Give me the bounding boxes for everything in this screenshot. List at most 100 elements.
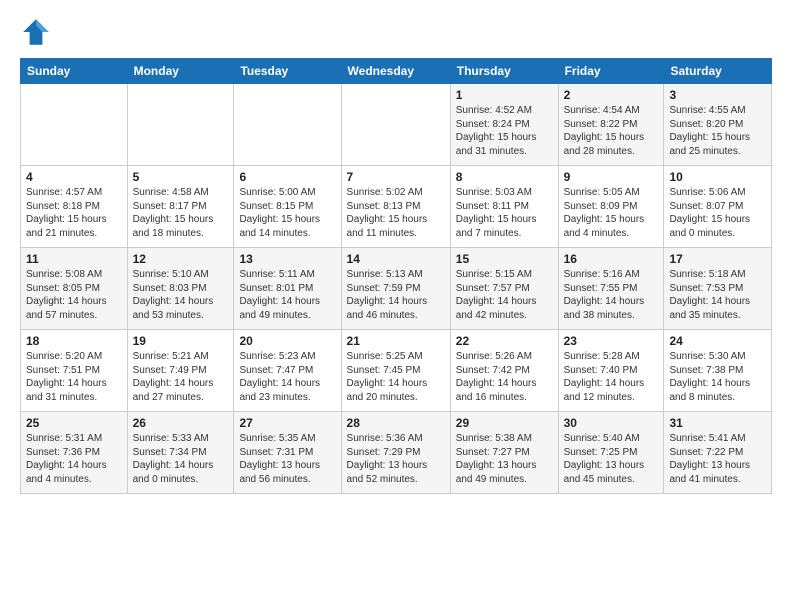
- day-number: 7: [347, 170, 445, 184]
- day-of-week-sunday: Sunday: [21, 59, 128, 84]
- day-info: Sunrise: 5:36 AMSunset: 7:29 PMDaylight:…: [347, 432, 445, 486]
- day-number: 28: [347, 416, 445, 430]
- day-info: Sunrise: 5:21 AMSunset: 7:49 PMDaylight:…: [133, 350, 229, 404]
- day-info: Sunrise: 5:30 AMSunset: 7:38 PMDaylight:…: [669, 350, 766, 404]
- day-number: 15: [456, 252, 553, 266]
- day-info: Sunrise: 5:20 AMSunset: 7:51 PMDaylight:…: [26, 350, 122, 404]
- calendar-cell: 27 Sunrise: 5:35 AMSunset: 7:31 PMDayligh…: [234, 412, 341, 494]
- day-number: 5: [133, 170, 229, 184]
- calendar-cell: 20Sunrise: 5:23 AMSunset: 7:47 PMDayligh…: [234, 330, 341, 412]
- calendar-cell: 15 Sunrise: 5:15 AMSunset: 7:57 PMDayligh…: [450, 248, 558, 330]
- calendar-cell: 4 Sunrise: 4:57 AMSunset: 8:18 PMDaylight…: [21, 166, 128, 248]
- week-row-1: 1Sunrise: 4:52 AMSunset: 8:24 PMDaylight…: [21, 84, 772, 166]
- calendar-cell: 25 Sunrise: 5:31 AMSunset: 7:36 PMDayligh…: [21, 412, 128, 494]
- calendar-cell: 5Sunrise: 4:58 AMSunset: 8:17 PMDaylight…: [127, 166, 234, 248]
- day-info: Sunrise: 5:38 AMSunset: 7:27 PMDaylight:…: [456, 432, 553, 486]
- logo: [20, 16, 56, 48]
- week-row-4: 18 Sunrise: 5:20 AMSunset: 7:51 PMDayligh…: [21, 330, 772, 412]
- header: [20, 16, 772, 48]
- calendar-cell: 21Sunrise: 5:25 AMSunset: 7:45 PMDayligh…: [341, 330, 450, 412]
- day-of-week-saturday: Saturday: [664, 59, 772, 84]
- calendar-cell: 14 Sunrise: 5:13 AMSunset: 7:59 PMDayligh…: [341, 248, 450, 330]
- logo-icon: [20, 16, 52, 48]
- day-of-week-wednesday: Wednesday: [341, 59, 450, 84]
- calendar-cell: 28 Sunrise: 5:36 AMSunset: 7:29 PMDayligh…: [341, 412, 450, 494]
- day-info: Sunrise: 5:40 AMSunset: 7:25 PMDaylight:…: [564, 432, 659, 486]
- day-number: 23: [564, 334, 659, 348]
- day-info: Sunrise: 5:35 AMSunset: 7:31 PMDaylight:…: [239, 432, 335, 486]
- calendar-cell: 13 Sunrise: 5:11 AMSunset: 8:01 PMDayligh…: [234, 248, 341, 330]
- day-info: Sunrise: 5:18 AMSunset: 7:53 PMDaylight:…: [669, 268, 766, 322]
- day-info: Sunrise: 5:16 AMSunset: 7:55 PMDaylight:…: [564, 268, 659, 322]
- day-info: Sunrise: 5:31 AMSunset: 7:36 PMDaylight:…: [26, 432, 122, 486]
- day-number: 25: [26, 416, 122, 430]
- day-of-week-tuesday: Tuesday: [234, 59, 341, 84]
- day-info: Sunrise: 5:11 AMSunset: 8:01 PMDaylight:…: [239, 268, 335, 322]
- day-info: Sunrise: 5:28 AMSunset: 7:40 PMDaylight:…: [564, 350, 659, 404]
- calendar-cell: 29 Sunrise: 5:38 AMSunset: 7:27 PMDayligh…: [450, 412, 558, 494]
- calendar-cell: 22Sunrise: 5:26 AMSunset: 7:42 PMDayligh…: [450, 330, 558, 412]
- calendar-cell: 18 Sunrise: 5:20 AMSunset: 7:51 PMDayligh…: [21, 330, 128, 412]
- day-number: 12: [133, 252, 229, 266]
- day-info: Sunrise: 5:02 AMSunset: 8:13 PMDaylight:…: [347, 186, 445, 240]
- day-info: Sunrise: 5:10 AMSunset: 8:03 PMDaylight:…: [133, 268, 229, 322]
- calendar-cell: 12 Sunrise: 5:10 AMSunset: 8:03 PMDayligh…: [127, 248, 234, 330]
- day-info: Sunrise: 5:08 AMSunset: 8:05 PMDaylight:…: [26, 268, 122, 322]
- day-of-week-friday: Friday: [558, 59, 664, 84]
- calendar-cell: 9Sunrise: 5:05 AMSunset: 8:09 PMDaylight…: [558, 166, 664, 248]
- day-number: 4: [26, 170, 122, 184]
- calendar-cell: 11 Sunrise: 5:08 AMSunset: 8:05 PMDayligh…: [21, 248, 128, 330]
- day-number: 24: [669, 334, 766, 348]
- day-number: 13: [239, 252, 335, 266]
- day-number: 2: [564, 88, 659, 102]
- calendar-cell: 6 Sunrise: 5:00 AMSunset: 8:15 PMDaylight…: [234, 166, 341, 248]
- day-info: Sunrise: 5:13 AMSunset: 7:59 PMDaylight:…: [347, 268, 445, 322]
- calendar-cell: [127, 84, 234, 166]
- calendar-cell: 24 Sunrise: 5:30 AMSunset: 7:38 PMDayligh…: [664, 330, 772, 412]
- calendar-cell: 2 Sunrise: 4:54 AMSunset: 8:22 PMDaylight…: [558, 84, 664, 166]
- calendar-cell: 16 Sunrise: 5:16 AMSunset: 7:55 PMDayligh…: [558, 248, 664, 330]
- calendar-cell: 26Sunrise: 5:33 AMSunset: 7:34 PMDayligh…: [127, 412, 234, 494]
- day-number: 10: [669, 170, 766, 184]
- day-number: 31: [669, 416, 766, 430]
- calendar-cell: [21, 84, 128, 166]
- calendar-table: SundayMondayTuesdayWednesdayThursdayFrid…: [20, 58, 772, 494]
- calendar-cell: 19Sunrise: 5:21 AMSunset: 7:49 PMDayligh…: [127, 330, 234, 412]
- day-info: Sunrise: 5:15 AMSunset: 7:57 PMDaylight:…: [456, 268, 553, 322]
- calendar-cell: 31 Sunrise: 5:41 AMSunset: 7:22 PMDayligh…: [664, 412, 772, 494]
- day-number: 17: [669, 252, 766, 266]
- day-info: Sunrise: 5:25 AMSunset: 7:45 PMDaylight:…: [347, 350, 445, 404]
- day-number: 9: [564, 170, 659, 184]
- calendar-cell: 30Sunrise: 5:40 AMSunset: 7:25 PMDayligh…: [558, 412, 664, 494]
- day-info: Sunrise: 4:57 AMSunset: 8:18 PMDaylight:…: [26, 186, 122, 240]
- calendar-cell: [234, 84, 341, 166]
- calendar-cell: 23 Sunrise: 5:28 AMSunset: 7:40 PMDayligh…: [558, 330, 664, 412]
- calendar-cell: 10 Sunrise: 5:06 AMSunset: 8:07 PMDayligh…: [664, 166, 772, 248]
- day-info: Sunrise: 5:00 AMSunset: 8:15 PMDaylight:…: [239, 186, 335, 240]
- day-of-week-monday: Monday: [127, 59, 234, 84]
- day-number: 16: [564, 252, 659, 266]
- day-number: 11: [26, 252, 122, 266]
- page: SundayMondayTuesdayWednesdayThursdayFrid…: [0, 0, 792, 504]
- header-row: SundayMondayTuesdayWednesdayThursdayFrid…: [21, 59, 772, 84]
- day-info: Sunrise: 5:03 AMSunset: 8:11 PMDaylight:…: [456, 186, 553, 240]
- day-info: Sunrise: 5:23 AMSunset: 7:47 PMDaylight:…: [239, 350, 335, 404]
- calendar-cell: 3Sunrise: 4:55 AMSunset: 8:20 PMDaylight…: [664, 84, 772, 166]
- day-number: 14: [347, 252, 445, 266]
- day-info: Sunrise: 4:52 AMSunset: 8:24 PMDaylight:…: [456, 104, 553, 158]
- day-info: Sunrise: 4:54 AMSunset: 8:22 PMDaylight:…: [564, 104, 659, 158]
- calendar-cell: 17 Sunrise: 5:18 AMSunset: 7:53 PMDayligh…: [664, 248, 772, 330]
- day-info: Sunrise: 5:06 AMSunset: 8:07 PMDaylight:…: [669, 186, 766, 240]
- day-number: 18: [26, 334, 122, 348]
- day-info: Sunrise: 5:41 AMSunset: 7:22 PMDaylight:…: [669, 432, 766, 486]
- day-number: 6: [239, 170, 335, 184]
- day-info: Sunrise: 5:33 AMSunset: 7:34 PMDaylight:…: [133, 432, 229, 486]
- day-number: 22: [456, 334, 553, 348]
- day-number: 27: [239, 416, 335, 430]
- day-info: Sunrise: 4:55 AMSunset: 8:20 PMDaylight:…: [669, 104, 766, 158]
- week-row-3: 11 Sunrise: 5:08 AMSunset: 8:05 PMDayligh…: [21, 248, 772, 330]
- calendar-cell: [341, 84, 450, 166]
- calendar-body: 1Sunrise: 4:52 AMSunset: 8:24 PMDaylight…: [21, 84, 772, 494]
- day-number: 29: [456, 416, 553, 430]
- day-number: 8: [456, 170, 553, 184]
